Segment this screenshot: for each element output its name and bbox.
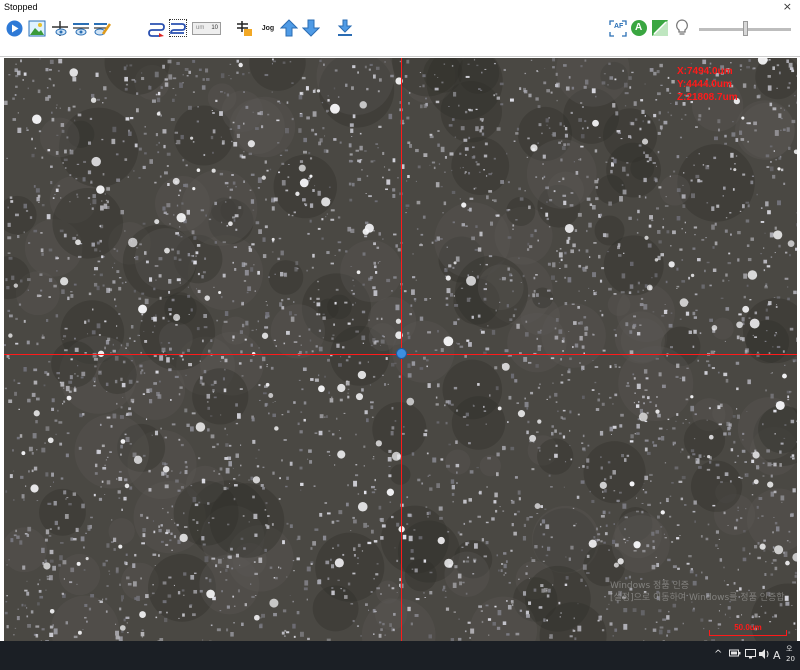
close-icon[interactable]: ×	[783, 0, 792, 13]
brightness-slider[interactable]	[697, 21, 793, 37]
route-icon	[148, 22, 165, 37]
af-button[interactable]: AF	[609, 19, 627, 37]
focus-down-button[interactable]	[72, 19, 90, 37]
microscope-view[interactable]: X:7494.0um Y:4444.0um Z:21808.7um Window…	[4, 58, 797, 641]
download-button[interactable]	[336, 19, 354, 37]
crosshair-center-marker[interactable]	[396, 348, 407, 359]
route-select-button[interactable]	[169, 19, 187, 37]
scale-bar-label: 50.0um	[734, 623, 762, 632]
app-window: Stopped × um 10 Jog AF A X:7494.0um Y:44…	[0, 0, 800, 670]
position-readout: X:7494.0um Y:4444.0um Z:21808.7um	[677, 65, 738, 104]
tray-overflow-icon[interactable]: ^	[714, 649, 722, 660]
watermark-line1: Windows 정품 인증	[610, 581, 690, 591]
readout-x: X:7494.0um	[677, 66, 733, 77]
focus-edit-button[interactable]	[93, 19, 111, 37]
watermark-line2: [설정]으로 이동하여 Windows를 정품 인증합	[610, 593, 785, 603]
focus-up-button[interactable]	[51, 19, 69, 37]
scale-bar-tick-left	[709, 630, 710, 636]
taskbar: ^ A 오 20	[0, 641, 800, 670]
scale-bar-line	[709, 635, 787, 636]
contrast-icon	[652, 20, 668, 36]
title-bar: Stopped ×	[0, 0, 800, 16]
up-arrow-button[interactable]	[280, 19, 298, 37]
readout-z: Z:21808.7um	[677, 92, 738, 103]
scale-bar-tick-right	[786, 630, 787, 636]
download-icon	[337, 19, 353, 36]
jog-label: Jog	[261, 24, 275, 32]
battery-icon[interactable]	[729, 649, 741, 661]
auto-label: A	[635, 22, 643, 33]
route-select-icon	[170, 22, 186, 34]
ime-indicator[interactable]: A	[773, 649, 781, 662]
eye-focus-down-icon	[73, 22, 89, 35]
level-button[interactable]	[236, 19, 254, 37]
level-icon	[237, 20, 252, 36]
lamp-button[interactable]	[673, 19, 691, 37]
af-label: AF	[614, 23, 624, 30]
readout-y: Y:4444.0um	[677, 79, 732, 90]
auto-button[interactable]: A	[630, 19, 648, 37]
arrow-down-icon	[302, 19, 320, 37]
contrast-button[interactable]	[651, 19, 669, 37]
run-button[interactable]	[5, 19, 23, 37]
network-icon[interactable]	[745, 649, 756, 662]
step-unit-label: um	[196, 25, 205, 31]
step-size-field[interactable]: um 10	[192, 22, 221, 35]
bulb-icon	[676, 19, 688, 35]
eye-edit-icon	[94, 22, 111, 35]
route-button[interactable]	[148, 19, 166, 37]
eye-focus-up-icon	[52, 20, 68, 36]
speaker-icon[interactable]	[759, 649, 771, 662]
window-title: Stopped	[4, 2, 38, 12]
scale-bar: 50.0um	[709, 623, 787, 638]
activation-watermark: Windows 정품 인증 [설정]으로 이동하여 Windows를 정품 인증…	[610, 580, 785, 604]
clock-line2: 20	[786, 655, 795, 663]
toolbar: um 10 Jog AF A	[0, 16, 800, 57]
arrow-up-icon	[280, 19, 298, 37]
step-value: 10	[211, 25, 218, 31]
clock-line1: 오	[786, 645, 793, 653]
image-button[interactable]	[28, 19, 46, 37]
jog-button[interactable]: Jog	[258, 19, 278, 37]
play-icon	[6, 20, 22, 36]
taskbar-clock[interactable]: 오 20	[786, 644, 795, 664]
image-icon	[28, 20, 46, 36]
slider-thumb[interactable]	[742, 21, 748, 36]
down-arrow-button[interactable]	[302, 19, 320, 37]
